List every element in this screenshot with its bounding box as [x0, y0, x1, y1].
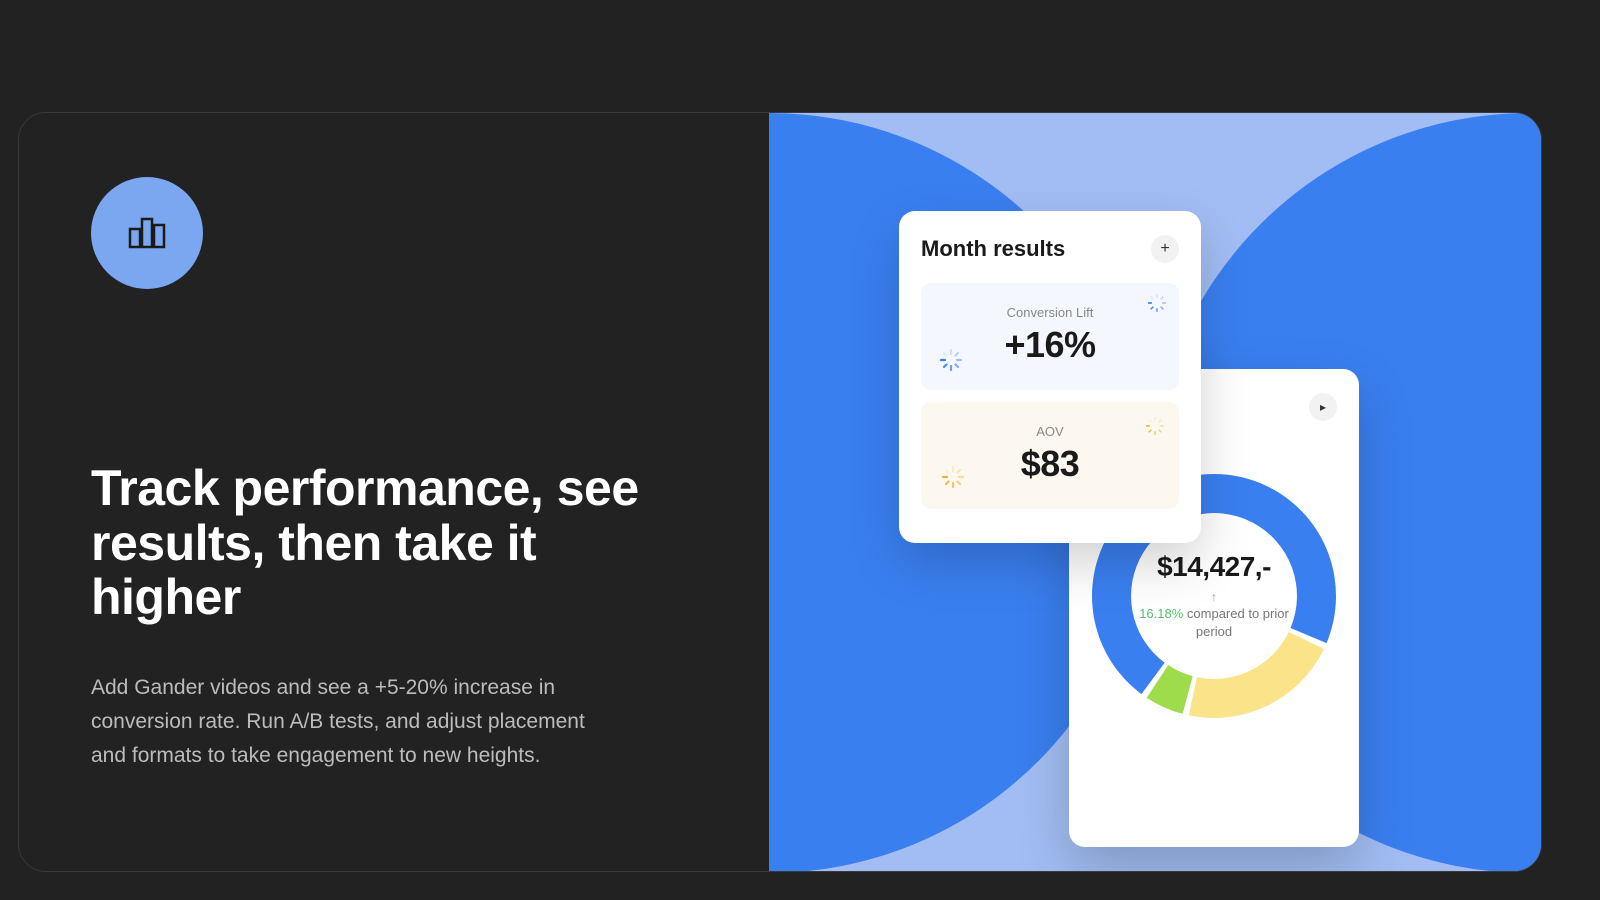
feature-left: Track performance, see results, then tak… [19, 113, 769, 871]
chart-icon [91, 177, 203, 289]
plus-icon: + [1160, 240, 1169, 258]
feature-headline: Track performance, see results, then tak… [91, 461, 651, 625]
loading-spinner-icon [1147, 293, 1167, 313]
feature-body: Add Gander videos and see a +5-20% incre… [91, 671, 591, 773]
aov-tile: AOV $83 [921, 402, 1179, 509]
revenue-comparison: 16.18% compared to prior period [1125, 605, 1303, 640]
month-results-title: Month results [921, 236, 1065, 262]
next-month-button[interactable]: ▸ [1309, 393, 1337, 421]
month-results-card: Month results + [899, 211, 1201, 543]
caret-right-icon: ▸ [1320, 400, 1326, 414]
add-button[interactable]: + [1151, 235, 1179, 263]
trend-up-icon: ↑ [1211, 591, 1217, 603]
feature-panel: Track performance, see results, then tak… [18, 112, 1542, 872]
feature-illustration: ctober 2023 ▸ $14,427,- ↑ 16.18% compare… [769, 113, 1541, 871]
loading-spinner-icon [941, 465, 965, 489]
stat-label: Conversion Lift [939, 305, 1161, 320]
loading-spinner-icon [1145, 416, 1165, 436]
revenue-value: $14,427,- [1157, 551, 1271, 583]
conversion-lift-tile: Conversion Lift +16% [921, 283, 1179, 390]
loading-spinner-icon [939, 348, 963, 372]
stat-label: AOV [939, 424, 1161, 439]
stat-value: +16% [939, 324, 1161, 366]
stat-value: $83 [939, 443, 1161, 485]
